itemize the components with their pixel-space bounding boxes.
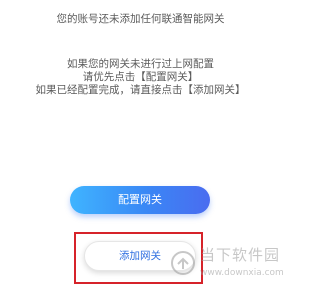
watermark: 当下软件园 www.downxia.com — [170, 246, 284, 286]
configure-gateway-button[interactable]: 配置网关 — [70, 186, 210, 214]
hint-line-2: 请优先点击【配置网关】 — [82, 71, 199, 83]
hint-line-3: 如果已经配置完成，请直接点击【添加网关】 — [35, 84, 246, 96]
watermark-logo-icon — [171, 251, 195, 275]
watermark-text: 当下软件园 — [200, 246, 281, 264]
watermark-url: www.downxia.com — [200, 268, 284, 278]
hint-line-1: 如果您的网关未进行过上网配置 — [67, 58, 214, 70]
no-gateway-notice: 您的账号还未添加任何联通智能网关 — [56, 13, 225, 25]
